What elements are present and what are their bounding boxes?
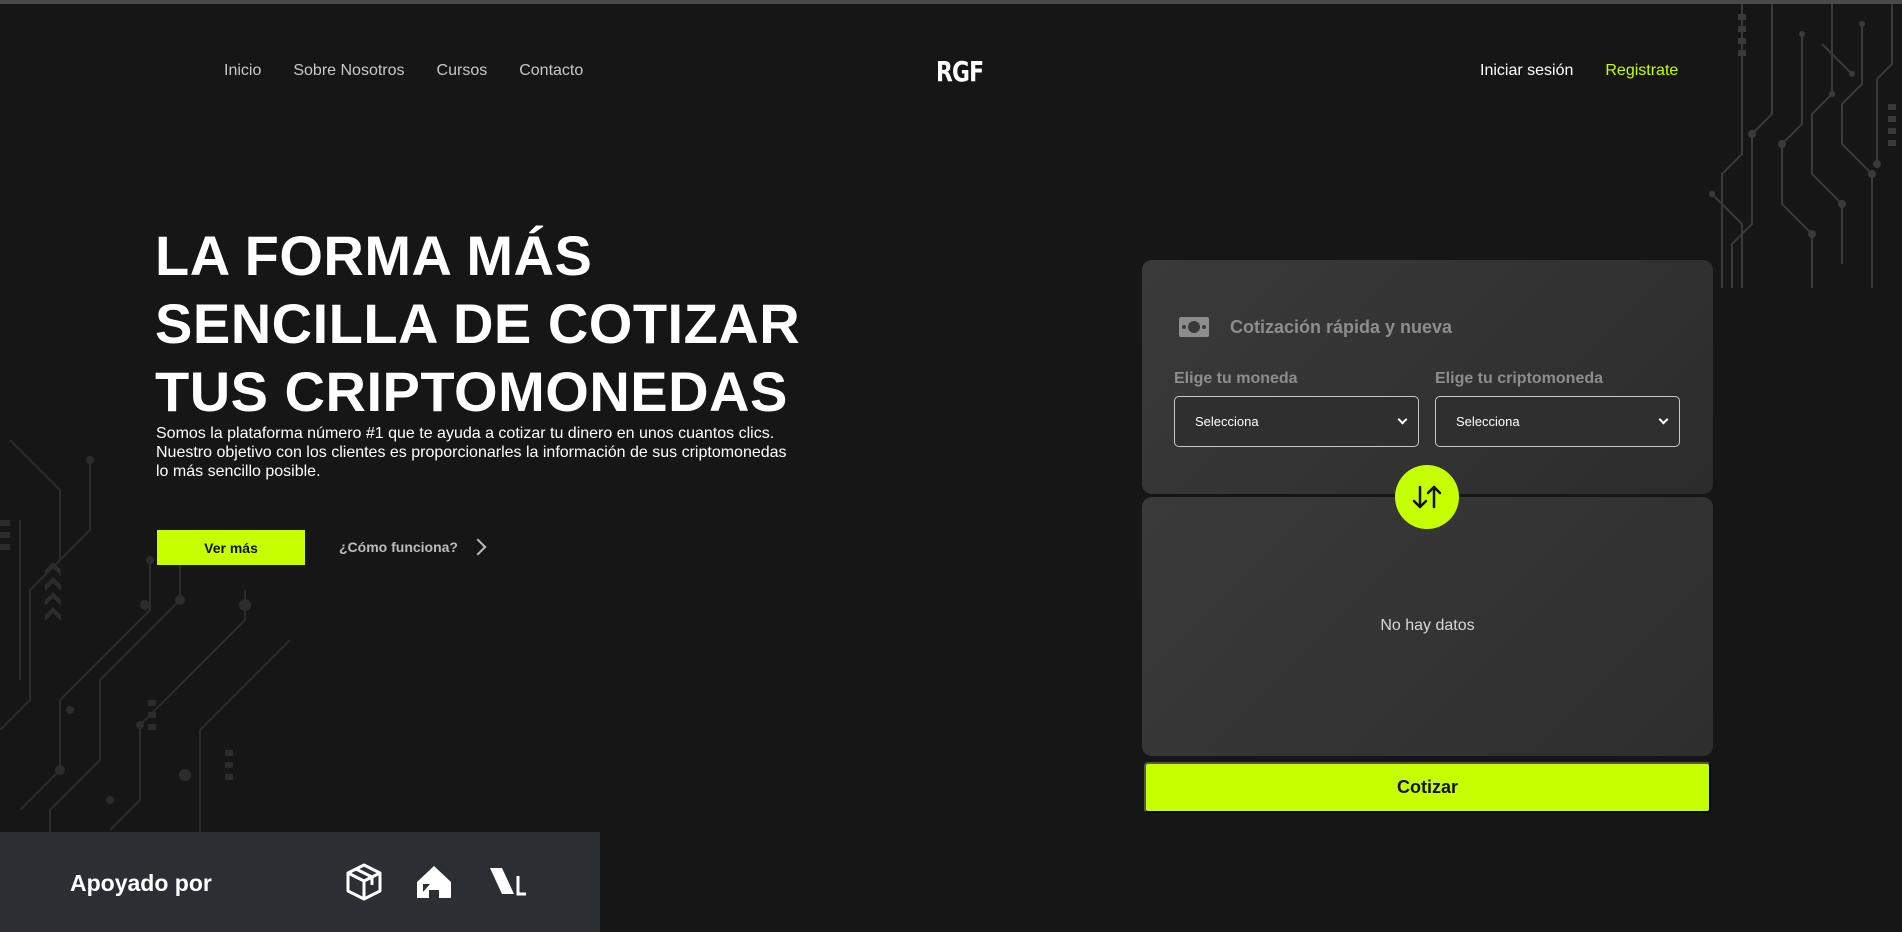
login-link[interactable]: Iniciar sesión: [1480, 62, 1573, 80]
slash-logo-icon: [490, 868, 526, 896]
hero-title-line: SENCILLA DE COTIZAR: [155, 292, 801, 355]
chevron-down-icon: [1397, 414, 1408, 425]
hero-title: LA FORMA MÁS SENCILLA DE COTIZAR TUS CRI…: [155, 222, 855, 426]
swap-arrows-icon: [1412, 485, 1442, 509]
chevron-down-icon: [1658, 414, 1669, 425]
site-logo[interactable]: RGF: [936, 55, 984, 88]
cube-icon: [346, 863, 382, 901]
see-more-button[interactable]: Ver más: [157, 530, 305, 565]
house-icon: [417, 866, 451, 898]
nav-link-inicio[interactable]: Inicio: [224, 62, 261, 80]
window-top-border: [0, 0, 1902, 4]
quote-card-header: Cotización rápida y nueva: [1178, 316, 1452, 338]
nav-link-sobre-nosotros[interactable]: Sobre Nosotros: [293, 62, 404, 80]
how-it-works-label: ¿Cómo funciona?: [339, 539, 458, 555]
quote-card: Cotización rápida y nueva Elige tu moned…: [1142, 260, 1713, 494]
money-bill-icon: [1179, 317, 1209, 337]
crypto-select-value: Selecciona: [1456, 414, 1520, 429]
currency-select-value: Selecciona: [1195, 414, 1259, 429]
quote-button[interactable]: Cotizar: [1144, 762, 1711, 813]
currency-label: Elige tu moneda: [1174, 370, 1298, 387]
swap-button[interactable]: [1395, 465, 1459, 529]
hero-description: Somos la plataforma número #1 que te ayu…: [156, 424, 816, 481]
crypto-select[interactable]: Selecciona: [1435, 396, 1680, 447]
chevron-right-icon: [469, 538, 487, 556]
crypto-label: Elige tu criptomoneda: [1435, 370, 1604, 387]
circuit-decoration-top-right: [1709, 4, 1896, 288]
nav-link-contacto[interactable]: Contacto: [519, 62, 583, 80]
hero-description-line: lo más sencillo posible.: [156, 463, 321, 480]
quote-card-title: Cotización rápida y nueva: [1230, 316, 1453, 337]
register-link[interactable]: Registrate: [1605, 62, 1678, 80]
hero-description-line: Nuestro objetivo con los clientes es pro…: [156, 444, 787, 461]
hero-description-line: Somos la plataforma número #1 que te ayu…: [156, 425, 775, 442]
nav-link-cursos[interactable]: Cursos: [437, 62, 488, 80]
supported-by-label: Apoyado por: [70, 870, 212, 896]
auth-nav: Iniciar sesión Registrate: [1480, 62, 1678, 80]
supported-by-bar: Apoyado por: [0, 832, 600, 932]
how-it-works-link[interactable]: ¿Cómo funciona?: [339, 538, 487, 556]
quote-result-panel: No hay datos: [1142, 497, 1713, 756]
no-data-message: No hay datos: [1380, 617, 1475, 634]
hero-title-line: LA FORMA MÁS: [155, 224, 593, 287]
circuit-decoration-left: [0, 440, 291, 840]
currency-select[interactable]: Selecciona: [1174, 396, 1419, 447]
main-nav: Inicio Sobre Nosotros Cursos Contacto: [224, 62, 583, 80]
hero-title-line: TUS CRIPTOMONEDAS: [155, 360, 788, 423]
